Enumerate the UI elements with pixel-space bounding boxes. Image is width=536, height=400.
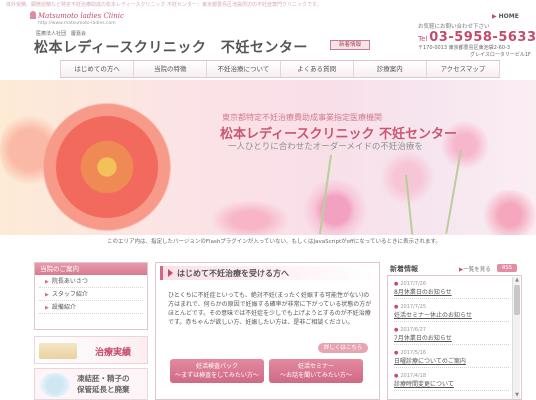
seminar-button[interactable]: 妊活セミナー ～お話を聞いてみたい方～: [269, 359, 363, 383]
news-link[interactable]: 7月休業日のお知らせ: [394, 333, 509, 342]
clinic-logo-icon[interactable]: [30, 11, 36, 19]
logo-text[interactable]: Matsumoto ladies Clinic: [38, 12, 124, 20]
triangle-icon: [168, 269, 173, 277]
button-label: 妊活セミナー: [297, 363, 334, 370]
main-nav: はじめての方へ 当院の特徴 不妊治療について よくある質問 診療案内 アクセスマ…: [60, 60, 501, 78]
chart-illustration-icon: [39, 343, 77, 359]
banner-label: 保管延長と廃棄: [77, 385, 130, 394]
news-title: 新着情報: [390, 265, 418, 273]
nav-item-access[interactable]: アクセスマップ: [427, 61, 501, 77]
news-link[interactable]: 8月休業日のお知らせ: [394, 287, 509, 296]
banner-label: 凍結胚・精子の: [77, 374, 130, 383]
arrow-right-icon: ▶: [45, 292, 49, 298]
logo-url: http://www.matsumoto-ladies.com: [38, 21, 116, 26]
news-link[interactable]: 日曜診療についてのご案内: [394, 356, 509, 365]
gerbera-flower-image: [42, 102, 172, 232]
phone-number: Tel 03-5958-5633: [418, 30, 536, 45]
list-item[interactable]: ● 2017/6/27 7月休業日のお知らせ: [394, 327, 509, 345]
nav-item-first-visit[interactable]: はじめての方へ: [60, 61, 135, 77]
article-heading: はじめて不妊治療を受ける方へ: [160, 266, 375, 280]
nav-item-treatment[interactable]: 不妊治療について: [207, 61, 281, 77]
button-sublabel: ～まずは検査をしてみたい方～: [175, 372, 259, 379]
flower-image: [210, 200, 290, 235]
hero-banner: 東京都特定不妊治療費助成事業指定医療機関 松本レディースクリニック 不妊センター…: [0, 80, 536, 235]
list-item[interactable]: ● 2017/7/25 妊活セミナー休止のお知らせ: [394, 304, 509, 322]
article-body: ひとくちに不妊症といっても、絶対不妊(まったく妊娠する可能性がない)の方はまれで…: [168, 292, 372, 326]
arrow-right-icon: ▶: [492, 13, 497, 20]
sidebar-item-director[interactable]: ▶ 院長あいさつ: [39, 275, 143, 288]
list-item[interactable]: ● 2017/5/16 日曜診療についてのご案内: [394, 350, 509, 368]
list-item[interactable]: ● 2017/7/26 8月休業日のお知らせ: [394, 281, 509, 299]
arrow-right-icon: ▶: [45, 305, 49, 311]
home-link[interactable]: ▶ HOME: [492, 13, 519, 20]
button-label: 妊活検査パック: [195, 363, 238, 370]
arrow-right-icon: ▶: [45, 279, 49, 285]
news-scrollbar[interactable]: ▲ ▼: [512, 277, 520, 399]
scroll-up-icon[interactable]: ▲: [513, 277, 521, 284]
tel-prefix: Tel: [418, 35, 428, 43]
sidebar-item-facilities[interactable]: ▶ 設備紹介: [39, 301, 143, 314]
nav-item-hours[interactable]: 診療案内: [354, 61, 427, 77]
news-section: 新着情報 ▶一覧を見る RSS ● 2017/7/26 8月休業日のお知らせ ● 2…: [387, 262, 522, 400]
clinic-guide-panel: 当院のご案内 ▶ 院長あいさつ ▶ スタッフ紹介 ▶ 設備紹介: [34, 262, 148, 330]
sidebar-item-label: 設備紹介: [51, 304, 76, 311]
cell-illustration-icon: [40, 373, 70, 397]
clinic-guide-heading: 当院のご案内: [35, 263, 147, 275]
nav-item-faq[interactable]: よくある質問: [281, 61, 354, 77]
hero-tagline: 一人ひとりに合わせたオーダーメイドの不妊治療を: [228, 142, 423, 152]
scroll-down-icon[interactable]: ▼: [513, 392, 521, 399]
sidebar-item-staff[interactable]: ▶ スタッフ紹介: [39, 288, 143, 301]
sidebar-item-label: 院長あいさつ: [51, 278, 88, 285]
news-button[interactable]: 新着情報: [330, 40, 370, 50]
nav-item-features[interactable]: 当院の特徴: [134, 61, 208, 77]
article-title: はじめて不妊治療を受ける方へ: [177, 269, 289, 278]
news-link[interactable]: 妊活セミナー休止のお知らせ: [394, 310, 509, 319]
checkup-pack-button[interactable]: 妊活検査パック ～まずは検査をしてみたい方～: [170, 359, 264, 383]
banner-label: 治療実績: [95, 348, 132, 358]
flower-image: [480, 190, 536, 235]
flash-notice: このエリア内は、指定したバージョンのFlashプラグインが入っていない、もしくは…: [107, 239, 441, 245]
contact-label: お気軽にお問い合わせ下さい: [418, 24, 490, 30]
list-item[interactable]: ● 2017/4/18 診療時間変更について: [394, 373, 509, 391]
site-description: 体外受精、顕微授精など特定不妊治療助成の松本レディースクリニック 不妊センター：…: [6, 2, 322, 8]
scroll-thumb[interactable]: [514, 285, 520, 315]
flower-image: [300, 180, 370, 235]
news-list-label: 一覧を見る: [463, 267, 491, 273]
organization-name: 医療法人社団 慶嘉会: [36, 31, 87, 37]
hero-subtitle: 東京都特定不妊治療費助成事業指定医療機関: [222, 113, 382, 122]
news-list: ● 2017/7/26 8月休業日のお知らせ ● 2017/7/25 妊活セミナー休…: [387, 275, 522, 400]
home-link-label: HOME: [498, 13, 519, 20]
site-title[interactable]: 松本レディースクリニック 不妊センター: [34, 37, 308, 57]
news-list-link[interactable]: ▶一覧を見る: [459, 265, 491, 273]
sidebar-item-label: スタッフ紹介: [51, 291, 88, 298]
treatment-results-banner[interactable]: 治療実績: [34, 336, 148, 364]
frozen-embryo-banner[interactable]: 凍結胚・精子の 保管延長と廃棄: [34, 368, 148, 400]
address: 〒170-0013 東京都豊島区東池袋2-60-3: [418, 45, 510, 51]
news-link[interactable]: 診療時間変更について: [394, 379, 509, 388]
rss-icon[interactable]: RSS: [497, 264, 517, 272]
button-sublabel: ～お話を聞いてみたい方～: [280, 372, 352, 379]
building-name: グレイスロータリービル1F: [470, 52, 531, 58]
more-details-button[interactable]: 詳しくはこちら: [318, 343, 368, 353]
first-time-article: はじめて不妊治療を受ける方へ ひとくちに不妊症といっても、絶対不妊(まったく妊娠…: [155, 262, 380, 400]
tel-number: 03-5958-5633: [429, 30, 536, 45]
